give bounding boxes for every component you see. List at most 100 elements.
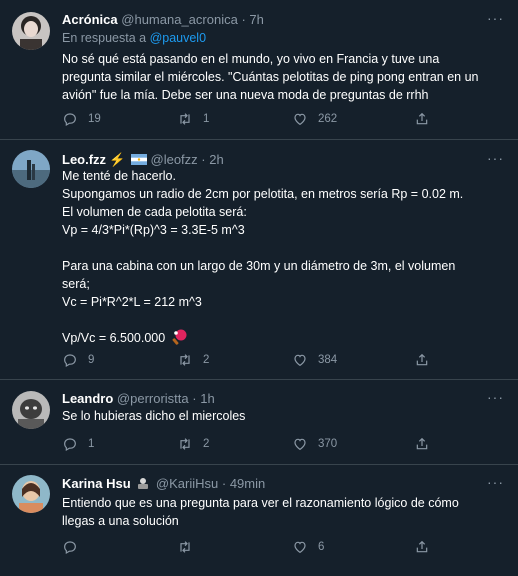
display-name[interactable]: Leandro <box>62 391 113 406</box>
share-button[interactable] <box>414 352 430 368</box>
tweet-header: Leandro @perroristta · 1h <box>62 391 215 406</box>
like-count: 370 <box>318 438 338 450</box>
separator-dot: · <box>201 152 206 167</box>
tweet-header: Leo.fzz ⚡ @leofzz · 2h <box>62 152 224 168</box>
tweet-line: Vc = Pi*R^2*L = 212 m^3 <box>62 295 202 309</box>
tweet-line <box>62 311 502 329</box>
tweet-kariihsu[interactable]: Karina Hsu @KariiHsu · 49min ··· Entiend… <box>0 465 518 576</box>
retweet-count: 1 <box>203 113 210 125</box>
like-button[interactable]: 384 <box>292 352 337 368</box>
reply-count: 9 <box>88 354 95 366</box>
lightning-icon: ⚡ <box>109 152 126 167</box>
separator-dot: · <box>192 391 197 406</box>
like-icon <box>294 354 306 367</box>
display-name[interactable]: Leo.fzz <box>62 152 106 167</box>
tweet-line: avión" fue la mía. Debe ser una nueva mo… <box>62 88 429 102</box>
handle[interactable]: @KariiHsu <box>156 476 218 491</box>
handle[interactable]: @humana_acronica <box>121 12 238 27</box>
like-icon <box>294 438 306 451</box>
tweet-acronica[interactable]: Acrónica @humana_acronica · 7h ··· En re… <box>0 0 518 140</box>
more-icon[interactable]: ··· <box>487 474 504 490</box>
share-icon <box>416 437 428 450</box>
timestamp[interactable]: 1h <box>200 391 214 406</box>
tweet-header: Acrónica @humana_acronica · 7h <box>62 12 264 27</box>
share-icon <box>416 353 428 366</box>
like-icon <box>294 113 306 126</box>
like-button[interactable]: 262 <box>292 111 337 127</box>
retweet-count: 2 <box>203 438 210 450</box>
tweet-line: Entiendo que es una pregunta para ver el… <box>62 496 459 510</box>
retweet-icon <box>180 354 190 366</box>
tweet-line: llegas a una solución <box>62 514 179 528</box>
tweet-leandro[interactable]: Leandro @perroristta · 1h ··· Se lo hubi… <box>0 380 518 465</box>
retweet-button[interactable]: 2 <box>177 352 209 368</box>
share-icon <box>416 540 428 553</box>
reply-icon <box>64 354 76 368</box>
ping-pong-icon <box>172 329 187 345</box>
tweet-text: Entiendo que es una pregunta para ver el… <box>62 494 502 530</box>
retweet-icon <box>180 541 190 553</box>
share-button[interactable] <box>414 111 430 127</box>
reply-icon <box>64 541 76 555</box>
like-button[interactable]: 370 <box>292 436 337 452</box>
retweet-button[interactable]: 1 <box>177 111 209 127</box>
tweet-line: Se lo hubieras dicho el miercoles <box>62 409 246 423</box>
more-icon[interactable]: ··· <box>487 389 504 405</box>
tweet-line-with-emoji: Vp/Vc = 6.500.000 <box>62 329 502 347</box>
reply-prefix: En respuesta a <box>62 31 150 45</box>
like-icon <box>294 541 306 554</box>
argentina-flag-icon <box>130 154 147 165</box>
separator-dot: · <box>241 12 246 27</box>
share-button[interactable] <box>414 436 430 452</box>
more-icon[interactable]: ··· <box>487 10 504 26</box>
reply-button[interactable]: 19 <box>62 111 101 127</box>
tweet-leofzz[interactable]: Leo.fzz ⚡ @leofzz · 2h ··· Me tenté de ha… <box>0 140 518 380</box>
display-name[interactable]: Karina Hsu <box>62 476 131 491</box>
tweet-line: El volumen de cada pelotita será: <box>62 205 247 219</box>
tweet-line: pregunta similar el miércoles. "Cuántas … <box>62 70 479 84</box>
separator-dot: · <box>221 476 227 491</box>
timestamp[interactable]: 49min <box>230 476 265 491</box>
reply-button[interactable]: 9 <box>62 352 94 368</box>
tweet-line: No sé qué está pasando en el mundo, yo v… <box>62 52 440 66</box>
badge-icon <box>138 478 149 489</box>
reply-button[interactable]: 1 <box>62 436 94 452</box>
handle[interactable]: @perroristta <box>117 391 189 406</box>
reply-count: 1 <box>88 438 95 450</box>
avatar[interactable] <box>12 475 50 513</box>
tweet-line: Vp = 4/3*Pi*(Rp)^3 = 3.3E-5 m^3 <box>62 223 245 237</box>
more-icon[interactable]: ··· <box>487 150 504 166</box>
tweet-line: Me tenté de hacerlo. <box>62 169 176 183</box>
action-bar: 6 <box>62 539 482 557</box>
like-count: 6 <box>318 541 325 553</box>
timestamp[interactable]: 2h <box>209 152 223 167</box>
tweet-line: será; <box>62 277 90 291</box>
avatar[interactable] <box>12 12 50 50</box>
display-name[interactable]: Acrónica <box>62 12 118 27</box>
like-button[interactable]: 6 <box>292 539 324 555</box>
action-bar: 1 2 370 <box>62 436 482 454</box>
tweet-header: Karina Hsu @KariiHsu · 49min <box>62 476 265 491</box>
retweet-button[interactable] <box>177 539 203 555</box>
tweet-text: Me tenté de hacerlo. Supongamos un radio… <box>62 167 502 347</box>
avatar[interactable] <box>12 150 50 188</box>
tweet-line <box>62 239 502 257</box>
timestamp[interactable]: 7h <box>249 12 263 27</box>
reply-icon <box>64 438 76 452</box>
tweet-text: Se lo hubieras dicho el miercoles <box>62 407 502 425</box>
reply-icon <box>64 113 76 127</box>
reply-button[interactable] <box>62 539 88 555</box>
action-bar: 19 1 262 <box>62 111 482 129</box>
retweet-icon <box>180 438 190 450</box>
like-count: 262 <box>318 113 338 125</box>
handle[interactable]: @leofzz <box>151 152 198 167</box>
reply-handle-link[interactable]: @pauvel0 <box>150 31 206 45</box>
avatar[interactable] <box>12 391 50 429</box>
tweet-text: No sé qué está pasando en el mundo, yo v… <box>62 50 502 104</box>
share-button[interactable] <box>414 539 430 555</box>
retweet-icon <box>180 113 190 125</box>
tweet-line: Para una cabina con un largo de 30m y un… <box>62 259 456 273</box>
like-count: 384 <box>318 354 338 366</box>
retweet-button[interactable]: 2 <box>177 436 209 452</box>
reply-context: En respuesta a @pauvel0 <box>62 31 206 45</box>
